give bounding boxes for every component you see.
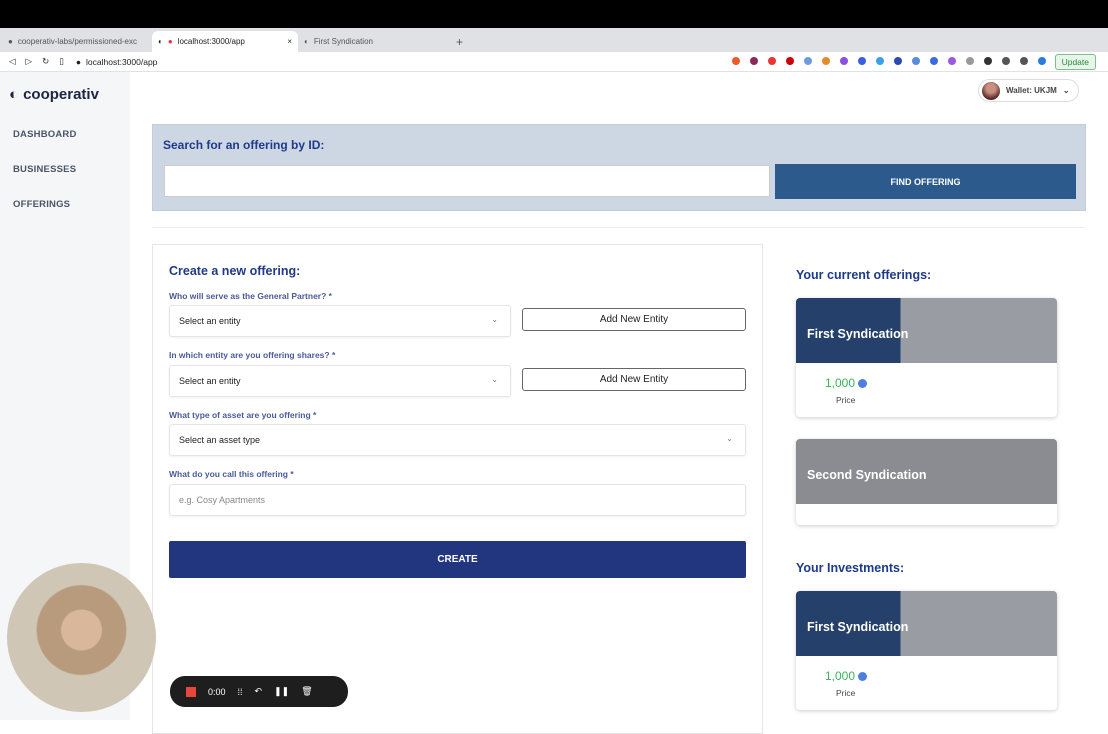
offering-image: Second Syndication <box>796 439 1057 504</box>
chevron-down-icon: ⌄ <box>1062 86 1070 95</box>
browser-tab-bar: ● cooperativ-labs/permissioned-exc ◐ ● loca… <box>0 28 1108 52</box>
entity-label: In which entity are you offering shares?… <box>169 350 336 360</box>
search-panel: Search for an offering by ID: FIND OFFER… <box>152 124 1086 211</box>
gp-select[interactable]: Select an entity ⌄ <box>169 305 511 337</box>
form-title: Create a new offering: <box>169 264 301 278</box>
address-bar: ◁ ▷ ↻ ▯ ● localhost:3000/app Update <box>0 52 1108 72</box>
chevron-down-icon: ⌄ <box>491 375 498 384</box>
price-label: Price <box>836 688 856 698</box>
new-tab-button[interactable]: + <box>450 31 469 52</box>
price-label: Price <box>836 395 856 405</box>
offering-card[interactable]: Second Syndication <box>796 439 1057 525</box>
investments-title: Your Investments: <box>796 561 905 575</box>
recording-time: 0:00 <box>208 686 226 697</box>
sidebar-item-offerings[interactable]: OFFERINGS <box>13 199 70 210</box>
currency-icon <box>858 671 868 681</box>
price-value: 1,000 <box>825 376 1057 390</box>
currency-icon <box>858 378 868 388</box>
forward-icon[interactable]: ▷ <box>26 56 33 67</box>
logo[interactable]: ◐ cooperativ <box>9 86 99 103</box>
stop-record-icon[interactable] <box>186 686 196 697</box>
search-title: Search for an offering by ID: <box>163 138 325 152</box>
add-entity-button[interactable]: Add New Entity <box>522 308 746 331</box>
entity-select[interactable]: Select an entity ⌄ <box>169 365 511 397</box>
create-button[interactable]: CREATE <box>169 541 746 578</box>
gp-label: Who will serve as the General Partner? * <box>169 291 332 301</box>
investment-card[interactable]: First Syndication 1,000 Price <box>796 591 1057 710</box>
back-icon[interactable]: ◁ <box>9 56 16 67</box>
avatar <box>982 81 1000 100</box>
recording-icon: ● <box>167 37 173 46</box>
offering-name-input[interactable]: e.g. Cosy Apartments <box>169 484 746 516</box>
os-top-bar <box>0 0 1108 28</box>
current-offerings-title: Your current offerings: <box>796 268 932 282</box>
offering-card[interactable]: First Syndication 1,000 Price <box>796 298 1057 417</box>
reload-icon[interactable]: ↻ <box>42 56 49 67</box>
extension-icons[interactable] <box>727 56 1051 67</box>
undo-icon[interactable]: ↶ <box>255 686 263 697</box>
update-button[interactable]: Update <box>1054 53 1096 70</box>
github-icon: ● <box>8 37 13 46</box>
chevron-down-icon: ⌄ <box>491 315 498 324</box>
sidebar-item-dashboard[interactable]: DASHBOARD <box>13 129 77 140</box>
price-value: 1,000 <box>825 669 1057 683</box>
pause-icon[interactable]: ❚❚ <box>274 686 289 697</box>
find-offering-button[interactable]: FIND OFFERING <box>775 164 1076 199</box>
tab-first-syndication[interactable]: ◐ First Syndication <box>298 31 444 52</box>
close-tab-icon[interactable]: × <box>287 37 292 46</box>
bookmark-icon[interactable]: ▯ <box>59 56 64 67</box>
offering-name-label: What do you call this offering * <box>169 469 294 479</box>
offering-id-input[interactable] <box>164 165 770 197</box>
wallet-dropdown[interactable]: Wallet: UKJM ⌄ <box>978 79 1079 102</box>
asset-type-select[interactable]: Select an asset type ⌄ <box>169 424 746 456</box>
cooperativ-logo-icon: ◐ <box>9 86 19 103</box>
asset-label: What type of asset are you offering * <box>169 410 317 420</box>
divider <box>152 227 1086 228</box>
grid-icon[interactable]: ⁞⁞ <box>238 687 243 697</box>
investment-image: First Syndication <box>796 591 1057 656</box>
sidebar-item-businesses[interactable]: BUSINESSES <box>13 164 76 175</box>
recording-toolbar: 0:00 ⁞⁞ ↶ ❚❚ 🗑 <box>170 676 348 707</box>
tab-localhost[interactable]: ◐ ● localhost:3000/app × <box>152 31 298 52</box>
chevron-down-icon: ⌄ <box>726 434 733 443</box>
url-field[interactable]: localhost:3000/app <box>86 57 157 67</box>
cooperativ-favicon-icon: ◐ <box>304 37 309 46</box>
tab-github[interactable]: ● cooperativ-labs/permissioned-exc <box>2 31 152 52</box>
webcam-overlay <box>7 563 156 712</box>
add-entity-button-2[interactable]: Add New Entity <box>522 368 746 391</box>
cooperativ-favicon-icon: ◐ <box>158 37 163 46</box>
trash-icon[interactable]: 🗑 <box>301 686 312 697</box>
site-info-icon[interactable]: ● <box>76 57 81 67</box>
offering-image: First Syndication <box>796 298 1057 363</box>
